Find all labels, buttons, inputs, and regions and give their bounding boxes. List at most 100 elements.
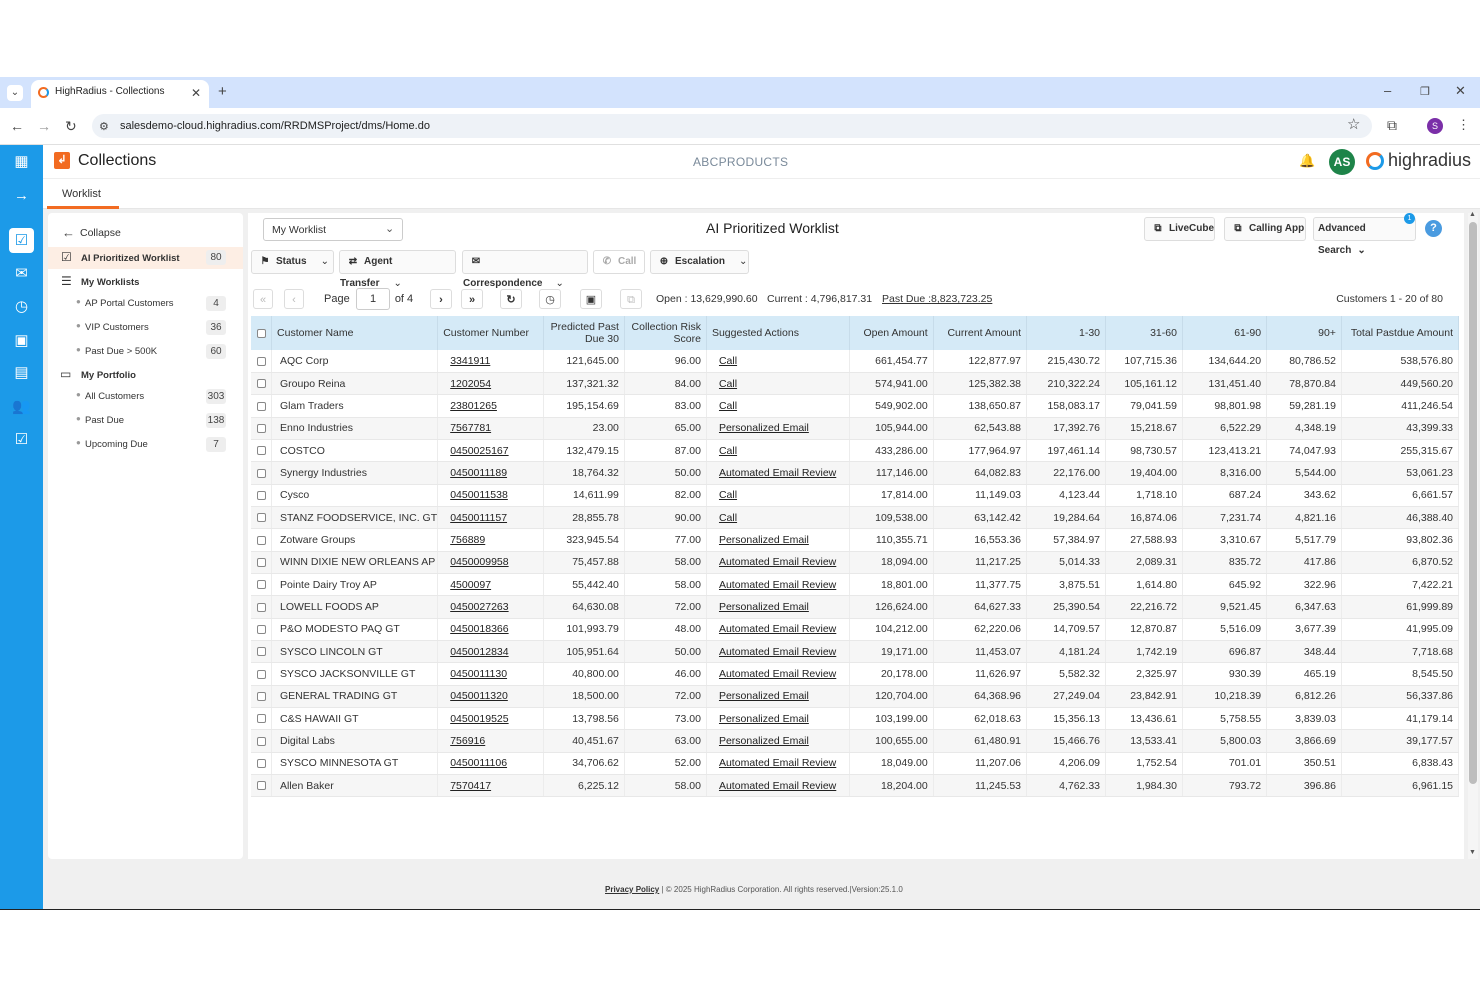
team-icon[interactable]: 👥 [9,394,34,419]
suggested-action-link[interactable]: Personalized Email [706,595,850,619]
scrollbar-thumb[interactable] [1469,222,1477,784]
customer-name-cell[interactable]: GENERAL TRADING GT [271,685,439,709]
customer-name-cell[interactable]: SYSCO MINNESOTA GT [271,752,439,776]
table-row[interactable]: SYSCO JACKSONVILLE GT 0450011130 40,800.00… [251,662,1460,686]
suggested-action-link[interactable]: Personalized Email [706,417,850,440]
table-row[interactable]: Zotware Groups 756889 323,945.54 77.00 Perso… [251,528,1460,552]
customer-number-link[interactable]: 0450011538 [437,484,544,507]
customer-name-cell[interactable]: Enno Industries [271,417,439,440]
customer-number-link[interactable]: 0450011189 [437,461,544,485]
customer-name-cell[interactable]: Synergy Industries [271,461,439,485]
suggested-action-link[interactable]: Automated Email Review [706,551,850,574]
forward-icon[interactable]: → [37,119,51,133]
correspondence-button[interactable]: ✉ Correspondence ⌄ [462,250,588,289]
table-row[interactable]: COSTCO 0450025167 132,479.15 87.00 Call 433,2… [251,439,1460,463]
customer-number-link[interactable]: 0450027263 [437,595,544,619]
table-row[interactable]: LOWELL FOODS AP 0450027263 64,630.08 72.00 P… [251,595,1460,619]
table-row[interactable]: SYSCO MINNESOTA GT 0450011106 34,706.62 52.… [251,752,1460,776]
livecube-button[interactable]: ⧉ LiveCube [1144,217,1215,241]
customer-name-cell[interactable]: Allen Baker [271,774,439,798]
suggested-action-link[interactable]: Personalized Email [706,707,850,731]
customer-name-cell[interactable]: Glam Traders [271,394,439,418]
suggested-action-link[interactable]: Call [706,506,850,530]
user-avatar[interactable]: AS [1329,149,1355,175]
customer-number-link[interactable]: 1202054 [437,372,544,396]
new-tab-icon[interactable]: + [218,84,227,99]
customer-number-link[interactable]: 4500097 [437,573,544,597]
table-row[interactable]: Cysco 0450011538 14,611.99 82.00 Call 17,814.… [251,484,1460,507]
apps-grid-icon[interactable]: ▦ [9,149,34,174]
customer-number-link[interactable]: 0450009958 [437,551,544,574]
row-checkbox[interactable] [251,551,273,574]
last-page-icon[interactable]: » [461,289,483,309]
customer-name-cell[interactable]: Zotware Groups [271,528,439,552]
row-checkbox[interactable] [251,729,273,753]
row-checkbox[interactable] [251,461,273,485]
customer-number-link[interactable]: 756916 [437,729,544,753]
tab-list-chevron-icon[interactable]: ⌄ [7,85,23,101]
row-checkbox[interactable] [251,573,273,597]
copy-icon[interactable]: ⧉ [620,289,642,309]
history-icon[interactable]: ◷ [9,294,34,319]
suggested-action-link[interactable]: Automated Email Review [706,461,850,485]
table-row[interactable]: Allen Baker 7570417 6,225.12 58.00 Automated… [251,774,1460,798]
sidebar-item-ai-worklist[interactable]: ☑ AI Prioritized Worklist 80 [48,247,243,269]
table-row[interactable]: WINN DIXIE NEW ORLEANS AP 0450009958 75,45… [251,551,1460,574]
col-header[interactable]: 90+ [1266,316,1342,350]
advanced-search-button[interactable]: Advanced Search ⌄ [1313,217,1416,256]
sidebar-item-upcoming-due[interactable]: ● Upcoming Due 7 [48,434,243,456]
row-checkbox[interactable] [251,528,273,552]
sidebar-section-my-portfolio[interactable]: ▭ My Portfolio [48,364,243,386]
suggested-action-link[interactable]: Personalized Email [706,729,850,753]
customer-name-cell[interactable]: COSTCO [271,439,439,463]
sidebar-item-all-customers[interactable]: ● All Customers 303 [48,386,243,408]
row-checkbox[interactable] [251,685,273,709]
customer-name-cell[interactable]: Groupo Reina [271,372,439,396]
suggested-action-link[interactable]: Call [706,484,850,507]
row-checkbox[interactable] [251,417,273,440]
customer-number-link[interactable]: 7567781 [437,417,544,440]
customer-number-link[interactable]: 0450025167 [437,439,544,463]
privacy-policy-link[interactable]: Privacy Policy [605,885,659,894]
col-header[interactable]: Open Amount [849,316,934,350]
customer-name-cell[interactable]: STANZ FOODSERVICE, INC. GT [271,506,439,530]
customer-number-link[interactable]: 756889 [437,528,544,552]
customer-name-cell[interactable]: SYSCO LINCOLN GT [271,640,439,664]
customer-number-link[interactable]: 0450011106 [437,752,544,776]
next-page-icon[interactable]: › [430,289,452,309]
sidebar-item-ap-portal[interactable]: ● AP Portal Customers 4 [48,293,243,315]
window-close-icon[interactable]: ✕ [1455,84,1466,98]
prev-page-icon[interactable]: ‹ [284,289,304,309]
row-checkbox[interactable] [251,774,273,798]
agent-transfer-button[interactable]: ⇄ Agent Transfer ⌄ [339,250,456,289]
row-checkbox[interactable] [251,372,273,396]
customer-number-link[interactable]: 3341911 [437,350,544,373]
row-checkbox[interactable] [251,640,273,664]
history-icon[interactable]: ◷ [539,289,561,309]
suggested-action-link[interactable]: Automated Email Review [706,774,850,798]
row-checkbox[interactable] [251,484,273,507]
first-page-icon[interactable]: « [253,289,273,309]
customer-name-cell[interactable]: SYSCO JACKSONVILLE GT [271,662,439,686]
suggested-action-link[interactable]: Call [706,439,850,463]
row-checkbox[interactable] [251,394,273,418]
col-header[interactable]: 61-90 [1182,316,1268,350]
call-button[interactable]: ✆ Call [593,250,645,274]
suggested-action-link[interactable]: Call [706,350,850,373]
customer-name-cell[interactable]: Cysco [271,484,439,507]
suggested-action-link[interactable]: Call [706,372,850,396]
monitor-icon[interactable]: ▣ [9,328,34,353]
table-row[interactable]: Pointe Dairy Troy AP 4500097 55,442.40 58.0… [251,573,1460,597]
customer-name-cell[interactable]: WINN DIXIE NEW ORLEANS AP [271,551,439,574]
suggested-action-link[interactable]: Automated Email Review [706,618,850,641]
suggested-action-link[interactable]: Automated Email Review [706,752,850,776]
row-checkbox[interactable] [251,662,273,686]
table-row[interactable]: Synergy Industries 0450011189 18,764.32 50.… [251,461,1460,485]
col-header[interactable]: 31-60 [1105,316,1183,350]
table-row[interactable]: C&S HAWAII GT 0450019525 13,798.56 73.00 Per… [251,707,1460,731]
customer-name-cell[interactable]: LOWELL FOODS AP [271,595,439,619]
suggested-action-link[interactable]: Automated Email Review [706,573,850,597]
table-row[interactable]: Glam Traders 23801265 195,154.69 83.00 Call 5… [251,394,1460,418]
mail-icon[interactable]: ✉ [9,261,34,286]
reload-icon[interactable]: ↻ [65,119,77,133]
